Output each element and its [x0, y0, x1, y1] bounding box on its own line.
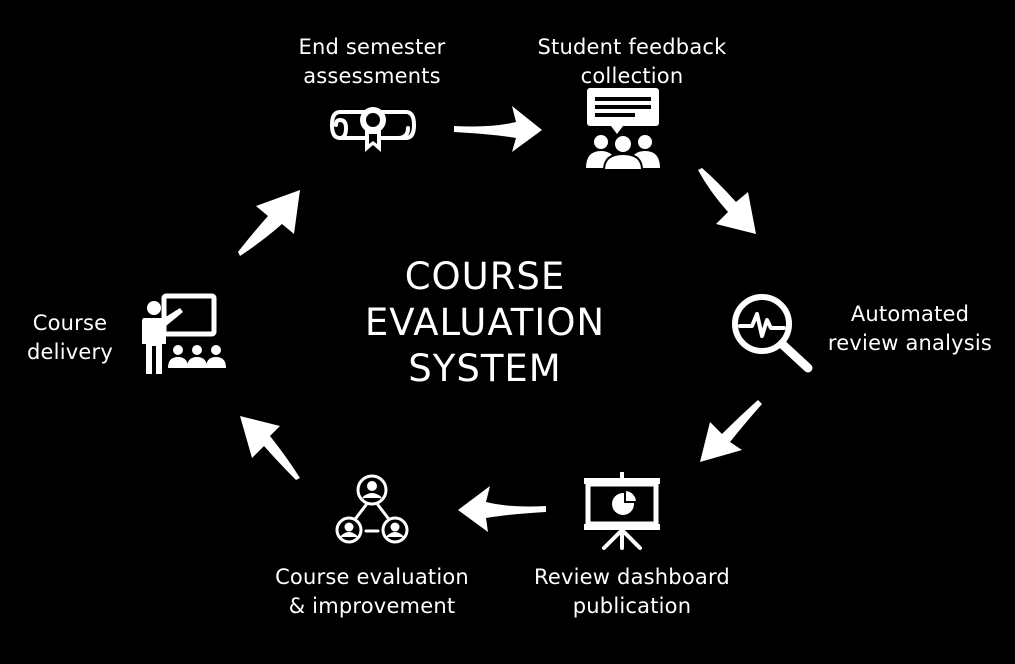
step-label-analysis: Automated review analysis	[827, 302, 993, 355]
diagram-title: COURSE EVALUATION SYSTEM	[364, 255, 606, 390]
group-feedback-icon	[583, 88, 663, 171]
arrow-improvement-to-delivery	[238, 416, 302, 480]
arrow-analysis-to-dashboard	[700, 400, 762, 464]
step-label-improvement: Course evaluation & improvement	[275, 565, 469, 618]
step-label-delivery: Course delivery	[27, 311, 113, 364]
arrow-delivery-to-assessments	[238, 188, 302, 258]
arrow-feedback-to-analysis	[696, 168, 758, 236]
arrow-assessments-to-feedback	[452, 106, 544, 152]
teacher-class-icon	[138, 293, 230, 376]
diploma-scroll-icon	[328, 100, 418, 160]
step-label-feedback: Student feedback collection	[537, 35, 727, 88]
step-label-end-semester: End semester assessments	[298, 35, 446, 88]
presentation-board-icon	[582, 472, 662, 550]
people-network-icon	[335, 474, 409, 548]
step-label-dashboard: Review dashboard publication	[534, 565, 730, 618]
arrow-dashboard-to-improvement	[458, 486, 548, 532]
magnifier-pulse-icon	[730, 292, 815, 374]
